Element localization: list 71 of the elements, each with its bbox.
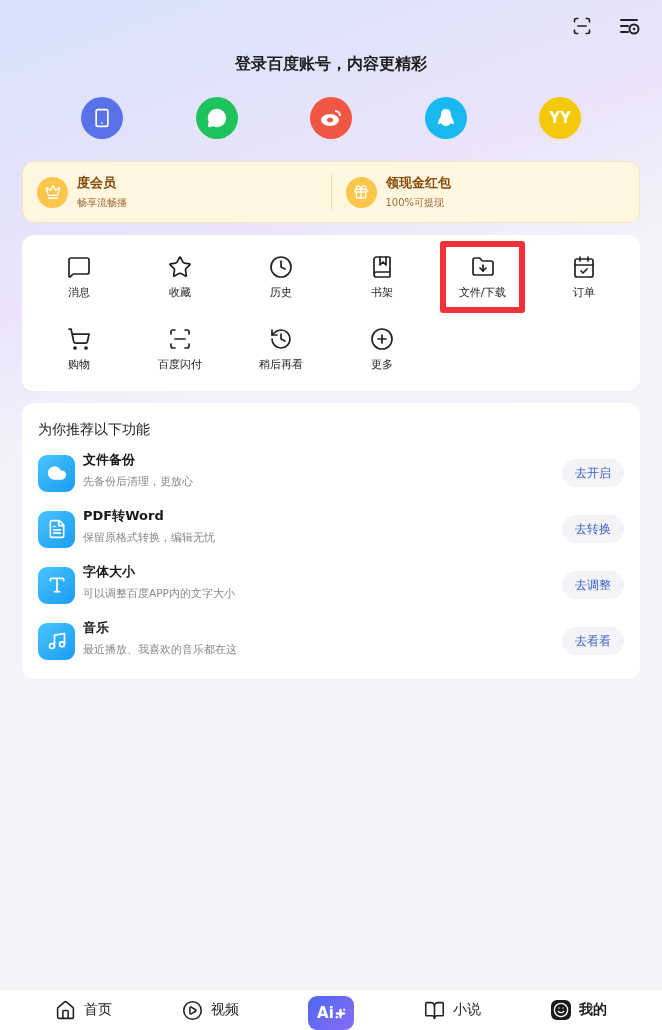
shortcut-item[interactable]: 书架	[339, 241, 424, 313]
action-button[interactable]: 去看看	[562, 627, 624, 655]
perk-title[interactable]: 领现金红包	[385, 174, 451, 192]
feature-description: 最近播放、我喜欢的音乐都在这	[83, 643, 238, 657]
perk-subtitle: 畅享流畅播	[77, 196, 127, 210]
tab[interactable]: 小说	[424, 999, 482, 1021]
cart-icon	[66, 326, 91, 351]
shortcut-item[interactable]: 消息	[36, 241, 121, 313]
music-icon	[38, 622, 75, 660]
qq-login-button[interactable]	[424, 97, 467, 139]
feature-title: 音乐	[83, 619, 110, 637]
shortcut-label: 历史	[269, 284, 292, 300]
shortcut-item[interactable]: 稍后再看	[238, 313, 323, 385]
star-icon	[167, 254, 192, 279]
tab[interactable]: 首页	[54, 999, 112, 1021]
feature-description: 可以调整百度APP内的文字大小	[83, 587, 236, 601]
feature-title: PDF转Word	[83, 507, 165, 525]
highlight-frame[interactable]: 文件/下载	[440, 241, 525, 313]
shortcut-label: 稍后再看	[258, 356, 303, 372]
action-button[interactable]: 去调整	[562, 571, 624, 599]
feature-title: 字体大小	[83, 563, 136, 581]
chat-bubble-icon	[206, 108, 227, 128]
shortcut-item[interactable]: 购物	[36, 313, 121, 385]
feature-description: 先备份后清理，更放心	[83, 475, 194, 489]
cloud-icon	[38, 454, 75, 492]
shortcut-label: 百度闪付	[157, 356, 202, 372]
later-icon	[268, 326, 293, 351]
shortcut-label: 更多	[370, 356, 393, 372]
wechat-login-button[interactable]	[195, 97, 238, 139]
tab[interactable]: 我的	[551, 1000, 608, 1020]
home-icon	[54, 999, 76, 1021]
phone-icon	[92, 108, 112, 128]
eye-icon	[320, 109, 342, 127]
message-icon	[66, 254, 91, 279]
action-button[interactable]: 去转换	[562, 515, 624, 543]
smile-icon	[551, 1000, 572, 1020]
shortcut-label: 书架	[370, 284, 393, 300]
font-icon	[38, 566, 75, 604]
feature-title: 文件备份	[83, 451, 136, 469]
clock-icon	[268, 254, 293, 279]
shortcut-label: 消息	[67, 284, 90, 300]
gift-icon	[345, 176, 377, 208]
phone-login-button[interactable]	[81, 97, 123, 139]
section-title: 为你推荐以下功能	[37, 420, 151, 439]
shortcut-label: 收藏	[168, 284, 191, 300]
penguin-icon	[436, 108, 455, 128]
login-prompt: 登录百度账号，内容更精彩	[234, 54, 428, 75]
shortcut-label: 文件/下载	[458, 284, 507, 300]
download-icon	[470, 254, 495, 279]
shortcut-label: 购物	[67, 356, 90, 372]
shortcut-label: 订单	[572, 284, 595, 300]
novel-icon	[424, 999, 446, 1021]
shortcut-item[interactable]: 历史	[238, 241, 323, 313]
action-button[interactable]: 去开启	[562, 459, 624, 487]
sparkle-icon	[334, 1007, 346, 1019]
video-icon	[181, 999, 203, 1021]
feature-description: 保留原格式转换，编辑无忧	[83, 531, 216, 545]
pdf-icon	[38, 510, 75, 548]
plus-icon	[369, 326, 394, 351]
perk-title[interactable]: 度会员	[77, 174, 127, 192]
weibo-login-button[interactable]	[310, 97, 352, 139]
crown-icon	[37, 176, 68, 208]
shortcut-item[interactable]: 订单	[541, 241, 626, 313]
shortcut-item[interactable]: 收藏	[137, 241, 222, 313]
ai-tab[interactable]: Ai	[308, 996, 355, 1030]
calendar-icon	[571, 254, 596, 279]
perk-subtitle: 100%可提现	[385, 196, 446, 210]
shortcut-item[interactable]: 更多	[339, 313, 424, 385]
shortcut-item[interactable]: 百度闪付	[137, 313, 222, 385]
scan-icon	[167, 326, 192, 351]
tab[interactable]: 视频	[181, 999, 239, 1021]
